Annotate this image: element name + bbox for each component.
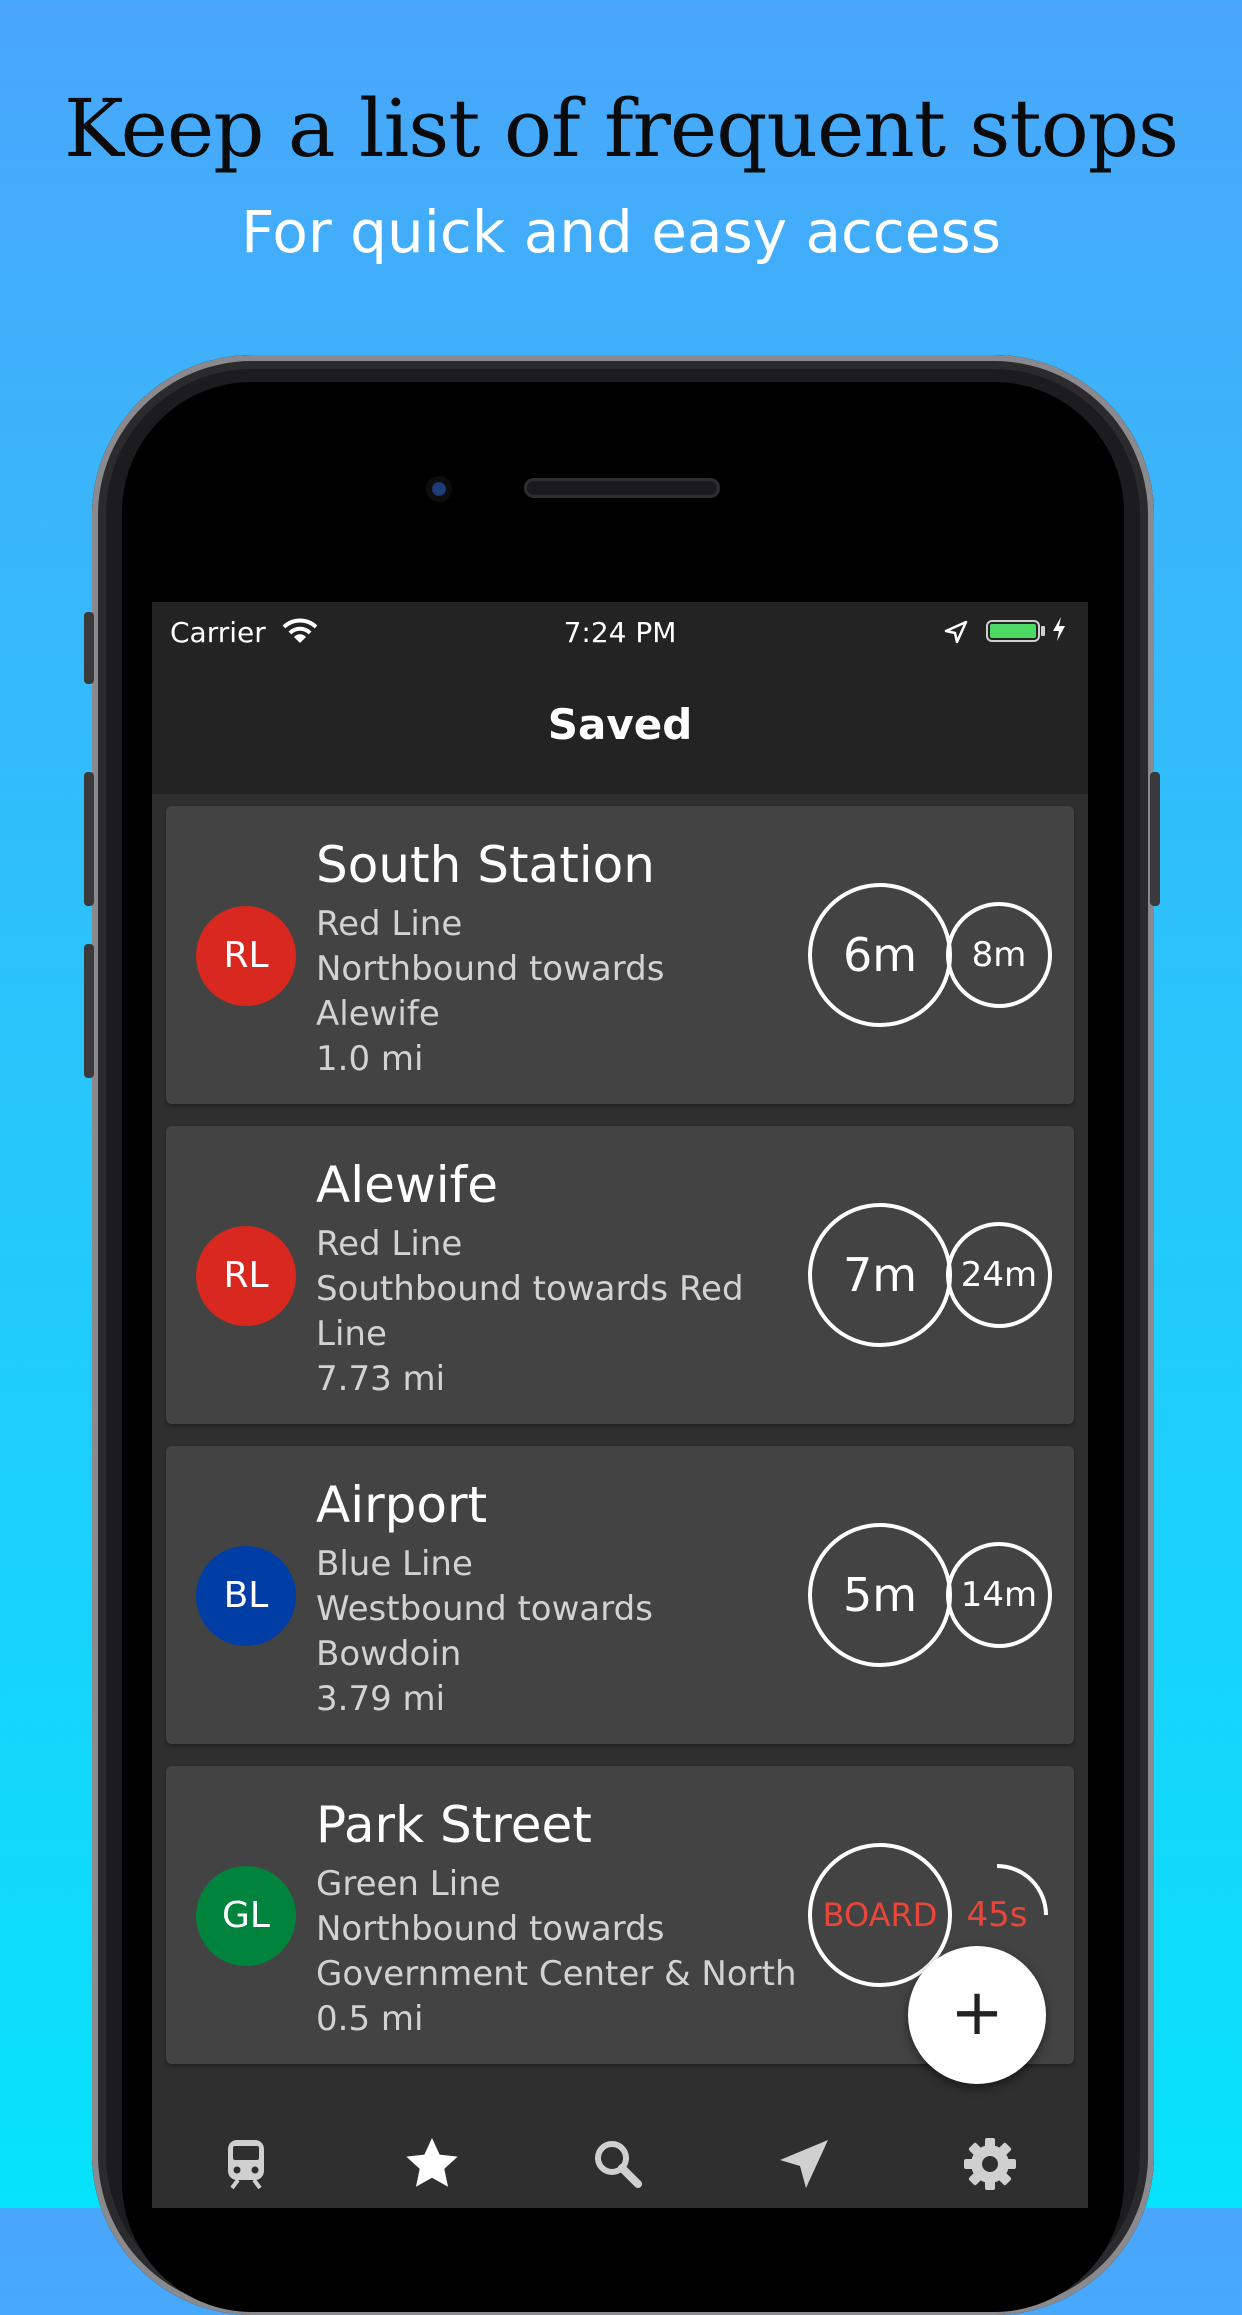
distance: 0.5 mi: [316, 1999, 424, 2039]
distance: 3.79 mi: [316, 1679, 446, 1719]
direction-destination: Line: [316, 1314, 387, 1354]
train-icon: [216, 2140, 276, 2198]
stop-name: Airport: [316, 1476, 488, 1534]
direction-text: Northbound towards: [316, 1909, 665, 1949]
tab-trains[interactable]: [216, 2134, 276, 2194]
direction-text: Westbound towards: [316, 1589, 653, 1629]
volume-down-button: [84, 944, 94, 1078]
front-camera: [426, 476, 452, 502]
line-badge: RL: [196, 906, 296, 1006]
stop-name: Park Street: [316, 1796, 592, 1854]
headline: Keep a list of frequent stops: [63, 82, 1179, 175]
direction-destination: Bowdoin: [316, 1634, 462, 1674]
tab-search[interactable]: [588, 2134, 648, 2194]
star-icon: [402, 2138, 462, 2198]
line-name: Red Line: [316, 1224, 463, 1264]
line-name: Green Line: [316, 1864, 501, 1904]
gear-icon: [960, 2138, 1020, 2198]
saved-stop-card[interactable]: RL South Station Red Line Northbound tow…: [166, 806, 1074, 1104]
search-icon: [588, 2141, 648, 2198]
power-button: [1150, 772, 1160, 906]
page-title: Saved: [547, 700, 693, 749]
charging-bolt-icon: [1052, 616, 1066, 649]
battery-icon: [986, 620, 1040, 642]
stop-name: South Station: [316, 836, 655, 894]
add-stop-button[interactable]: +: [908, 1946, 1046, 2084]
following-arrival: 8m: [946, 902, 1052, 1008]
next-arrival: 6m: [808, 883, 952, 1027]
earpiece-speaker: [524, 478, 720, 498]
tab-nearby[interactable]: [774, 2134, 834, 2194]
next-arrival: 5m: [808, 1523, 952, 1667]
stop-name: Alewife: [316, 1156, 499, 1214]
tab-saved[interactable]: [402, 2134, 462, 2194]
next-arrival: 7m: [808, 1203, 952, 1347]
navigation-bar: Saved: [152, 662, 1088, 794]
line-badge: GL: [196, 1866, 296, 1966]
line-name: Red Line: [316, 904, 463, 944]
direction-destination: Government Center & North: [316, 1954, 797, 1994]
line-badge: BL: [196, 1546, 296, 1646]
status-bar: Carrier 7:24 PM: [152, 602, 1088, 662]
saved-stop-card[interactable]: BL Airport Blue Line Westbound towards B…: [166, 1446, 1074, 1744]
direction-text: Southbound towards Red: [316, 1269, 744, 1309]
battery-tip: [1041, 626, 1045, 636]
location-arrow-icon: [774, 2140, 834, 2198]
mute-switch: [84, 612, 94, 684]
distance: 7.73 mi: [316, 1359, 446, 1399]
location-arrow-icon: [944, 618, 968, 651]
saved-stop-card[interactable]: RL Alewife Red Line Southbound towards R…: [166, 1126, 1074, 1424]
following-arrival: 14m: [946, 1542, 1052, 1648]
tab-settings[interactable]: [960, 2134, 1020, 2194]
app-screen: Carrier 7:24 PM Saved RL South Station R…: [152, 602, 1088, 2208]
subheadline: For quick and easy access: [241, 198, 1001, 266]
line-badge: RL: [196, 1226, 296, 1326]
tab-bar: [152, 2112, 1088, 2208]
line-name: Blue Line: [316, 1544, 473, 1584]
distance: 1.0 mi: [316, 1039, 424, 1079]
following-arrival: 24m: [946, 1222, 1052, 1328]
direction-text: Northbound towards: [316, 949, 665, 989]
volume-up-button: [84, 772, 94, 906]
direction-destination: Alewife: [316, 994, 440, 1034]
